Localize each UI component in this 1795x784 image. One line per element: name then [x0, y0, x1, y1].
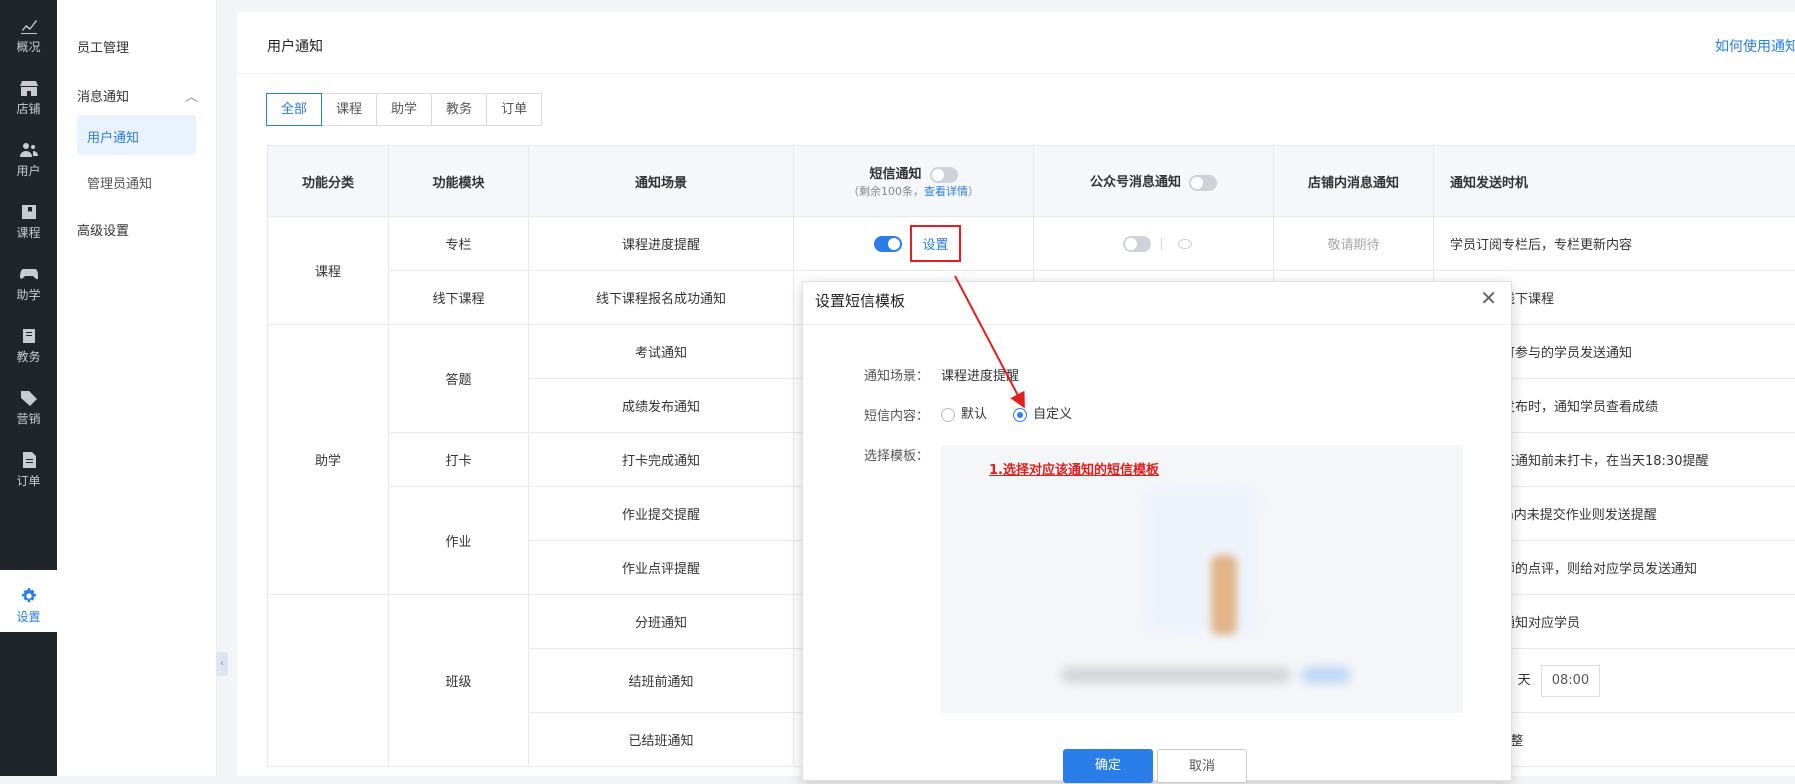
time-input[interactable]: 08:00 [1541, 665, 1600, 697]
annotation-text: 1.选择对应该通知的短信模板 [989, 459, 1159, 478]
sms-master-toggle[interactable] [930, 167, 958, 183]
submenu-user-notice[interactable]: 用户通知 [77, 115, 196, 155]
close-icon[interactable]: ✕ [1480, 286, 1497, 310]
gear-icon [20, 588, 38, 604]
scene-cell: 结班前通知 [529, 649, 794, 713]
wechat-toggle[interactable] [1123, 236, 1151, 252]
scene-cell: 考试通知 [529, 325, 794, 379]
tab-course[interactable]: 课程 [321, 93, 377, 126]
tab-assist[interactable]: 助学 [376, 93, 432, 126]
submenu-staff[interactable]: 员工管理 [77, 37, 129, 56]
gamepad-icon [20, 266, 38, 282]
nav-rail: 概况 店铺 用户 课程 助学 教务 营销 订单 设置 [0, 0, 57, 776]
scene-cell: 作业提交提醒 [529, 487, 794, 541]
col-sms: 短信通知 （剩余100条，查看详情） [794, 146, 1034, 217]
sms-toggle[interactable] [874, 236, 902, 252]
scene-cell: 线下课程报名成功通知 [529, 271, 794, 325]
collapse-handle[interactable]: ‹ [216, 652, 228, 676]
page-title: 用户通知 [267, 36, 323, 56]
sms-quota-note: （剩余100条，查看详情） [848, 185, 979, 198]
radio-default[interactable]: 默认 [941, 407, 987, 422]
table-header-row: 功能分类 功能模块 通知场景 短信通知 （剩余100条，查看详情） 公众号消息通… [268, 146, 1795, 217]
filter-tabs: 全部 课程 助学 教务 订单 [267, 93, 542, 126]
category-cell: 课程 [268, 217, 389, 325]
chart-icon [20, 18, 38, 34]
tag-icon [20, 390, 38, 406]
sms-settings-button[interactable]: 设置 [910, 225, 960, 262]
col-wechat: 公众号消息通知 [1034, 146, 1274, 217]
settings-submenu: 员工管理 消息通知 ︿ 用户通知 管理员通知 高级设置 [57, 0, 217, 776]
rail-item-marketing[interactable]: 营销 [0, 372, 57, 434]
store-cell: 敬请期待 [1274, 217, 1434, 271]
dialog-title: 设置短信模板 [815, 290, 905, 311]
rail-item-course[interactable]: 课程 [0, 186, 57, 248]
radio-custom[interactable]: 自定义 [1013, 407, 1072, 422]
col-category: 功能分类 [268, 146, 389, 217]
rail-item-settings[interactable]: 设置 [0, 570, 57, 632]
rail-item-orders[interactable]: 订单 [0, 434, 57, 496]
rail-item-store[interactable]: 店铺 [0, 62, 57, 124]
category-cell: 助学 [268, 325, 389, 595]
scene-cell: 打卡完成通知 [529, 433, 794, 487]
module-cell: 线下课程 [389, 271, 529, 325]
document-icon [20, 452, 38, 468]
rail-item-assist[interactable]: 助学 [0, 248, 57, 310]
store-icon [20, 80, 38, 96]
timing-cell: 学员订阅专栏后，专栏更新内容 [1434, 217, 1795, 271]
sms-detail-link[interactable]: 查看详情 [924, 185, 968, 198]
wechat-cell: | [1034, 217, 1274, 271]
chevron-up-icon: ︿ [185, 86, 198, 105]
module-cell: 打卡 [389, 433, 529, 487]
confirm-button[interactable]: 确定 [1063, 749, 1153, 783]
tab-all[interactable]: 全部 [266, 93, 322, 126]
scene-cell: 成绩发布通知 [529, 379, 794, 433]
content-radio-group: 默认 自定义 [941, 403, 1072, 422]
module-cell: 班级 [389, 595, 529, 767]
scene-cell: 已结班通知 [529, 713, 794, 767]
notebook-icon [20, 328, 38, 344]
submenu-advanced[interactable]: 高级设置 [77, 220, 129, 239]
howto-link[interactable]: 如何使用通知 [1715, 36, 1795, 56]
eye-icon[interactable] [1178, 239, 1192, 249]
module-cell: 专栏 [389, 217, 529, 271]
col-store: 店铺内消息通知 [1274, 146, 1434, 217]
tab-orders[interactable]: 订单 [486, 93, 542, 126]
col-scene: 通知场景 [529, 146, 794, 217]
rail-item-academic[interactable]: 教务 [0, 310, 57, 372]
scene-value: 课程进度提醒 [941, 365, 1019, 384]
module-cell: 答题 [389, 325, 529, 433]
users-icon [20, 142, 38, 158]
col-timing: 通知发送时机 [1434, 146, 1795, 217]
scene-cell: 课程进度提醒 [529, 217, 794, 271]
cancel-button[interactable]: 取消 [1157, 749, 1247, 783]
submenu-messages[interactable]: 消息通知 ︿ [77, 86, 197, 105]
book-icon [20, 204, 38, 220]
sms-cell: 设置 [794, 217, 1034, 271]
scene-cell: 分班通知 [529, 595, 794, 649]
sms-template-dialog: 设置短信模板 ✕ 通知场景： 课程进度提醒 短信内容： 默认 自定义 选择模板：… [802, 281, 1512, 781]
table-row: 课程 专栏 课程进度提醒 设置 | 敬请期待 学员订阅专栏后，专栏更新内容 [268, 217, 1795, 271]
module-cell: 作业 [389, 487, 529, 595]
rail-item-users[interactable]: 用户 [0, 124, 57, 186]
top-strip [217, 0, 1795, 12]
tab-academic[interactable]: 教务 [431, 93, 487, 126]
wechat-master-toggle[interactable] [1189, 175, 1217, 191]
col-module: 功能模块 [389, 146, 529, 217]
scene-cell: 作业点评提醒 [529, 541, 794, 595]
template-preview[interactable]: 1.选择对应该通知的短信模板 [941, 445, 1463, 713]
rail-item-overview[interactable]: 概况 [0, 0, 57, 62]
submenu-admin-notice[interactable]: 管理员通知 [87, 173, 152, 192]
